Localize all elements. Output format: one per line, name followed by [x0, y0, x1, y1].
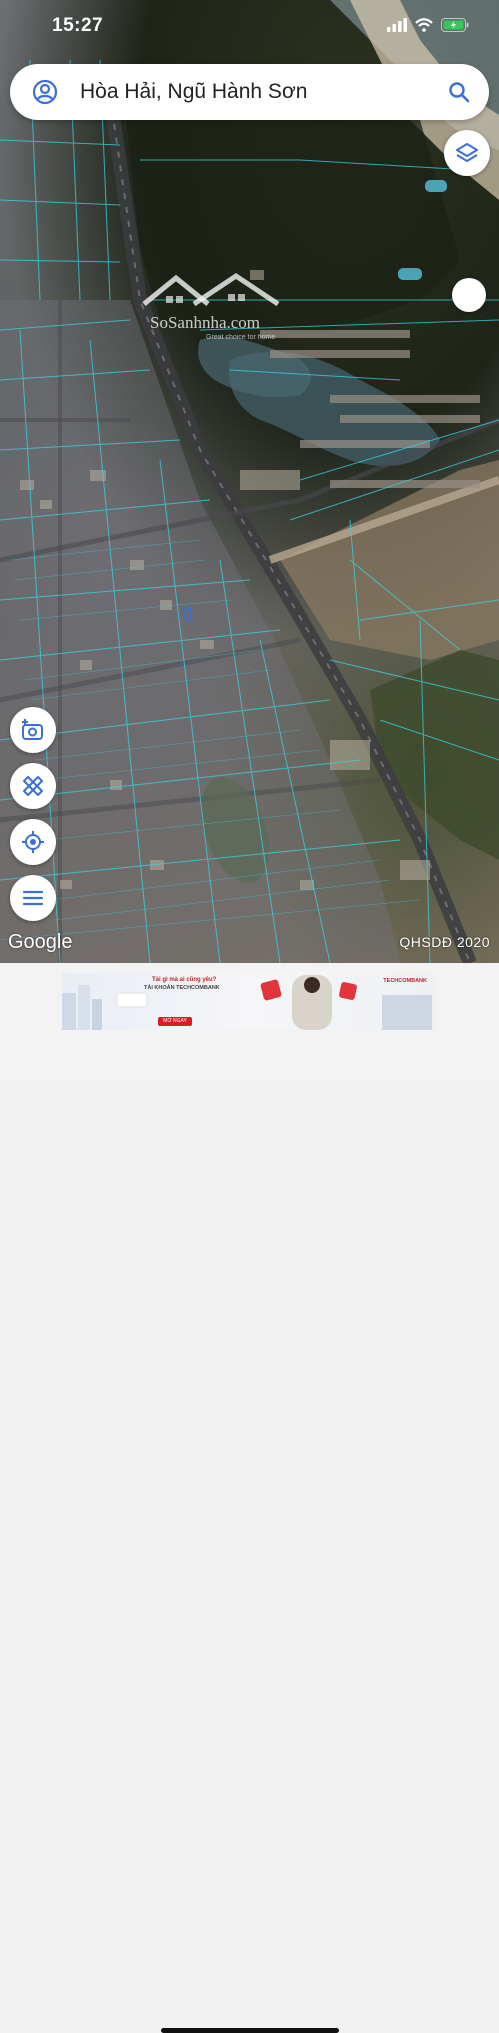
watermark-brand: SoSanhnha.com [150, 313, 261, 332]
ad-cta-button[interactable]: MỞ NGAY [158, 1017, 192, 1026]
ruler-pencil-icon [23, 776, 43, 796]
account-circle-icon[interactable] [32, 79, 58, 110]
watermark-tagline: Great choice for home [206, 334, 276, 341]
search-query[interactable]: Hòa Hải, Ngũ Hành Sơn [80, 80, 307, 104]
ad-artwork [62, 975, 432, 1030]
opacity-slider-handle[interactable] [452, 278, 486, 312]
menu-icon [22, 890, 44, 906]
search-bar[interactable]: Hòa Hải, Ngũ Hành Sơn [10, 64, 489, 120]
ad-headline: Tài gì mà ai cũng yêu? [152, 977, 217, 983]
wifi-icon [415, 18, 433, 32]
satellite-map[interactable]: SoSanhnha.com Great choice for home Goog… [0, 0, 499, 963]
battery-charging-icon [441, 18, 469, 32]
home-indicator[interactable] [161, 2028, 339, 2033]
add-photo-button[interactable] [10, 707, 56, 753]
measure-button[interactable] [10, 763, 56, 809]
status-time: 15:27 [52, 15, 104, 36]
ad-brand: TECHCOMBANK [383, 978, 427, 984]
add-photo-icon [22, 719, 43, 740]
my-location-button[interactable] [10, 819, 56, 865]
ad-subheadline: TÀI KHOẢN TECHCOMBANK [144, 985, 220, 991]
ad-area: Tài gì mà ai cũng yêu? TÀI KHOẢN TECHCOM… [0, 963, 499, 2033]
map-attribution: QHSDĐ 2020 [399, 934, 490, 950]
search-icon[interactable] [447, 80, 471, 109]
signal-icon [387, 18, 407, 32]
techcombank-ad-banner[interactable]: Tài gì mà ai cũng yêu? TÀI KHOẢN TECHCOM… [62, 973, 435, 1030]
google-logo: Google [8, 931, 73, 953]
menu-button[interactable] [10, 875, 56, 921]
layers-button[interactable] [444, 130, 490, 176]
status-bar: 15:27 [0, 0, 499, 56]
my-location-icon [22, 831, 44, 853]
status-icons [387, 18, 469, 32]
sosanhnha-watermark: SoSanhnha.com Great choice for home [136, 270, 296, 350]
parcel-overlay [0, 0, 499, 963]
layers-icon [456, 143, 478, 162]
